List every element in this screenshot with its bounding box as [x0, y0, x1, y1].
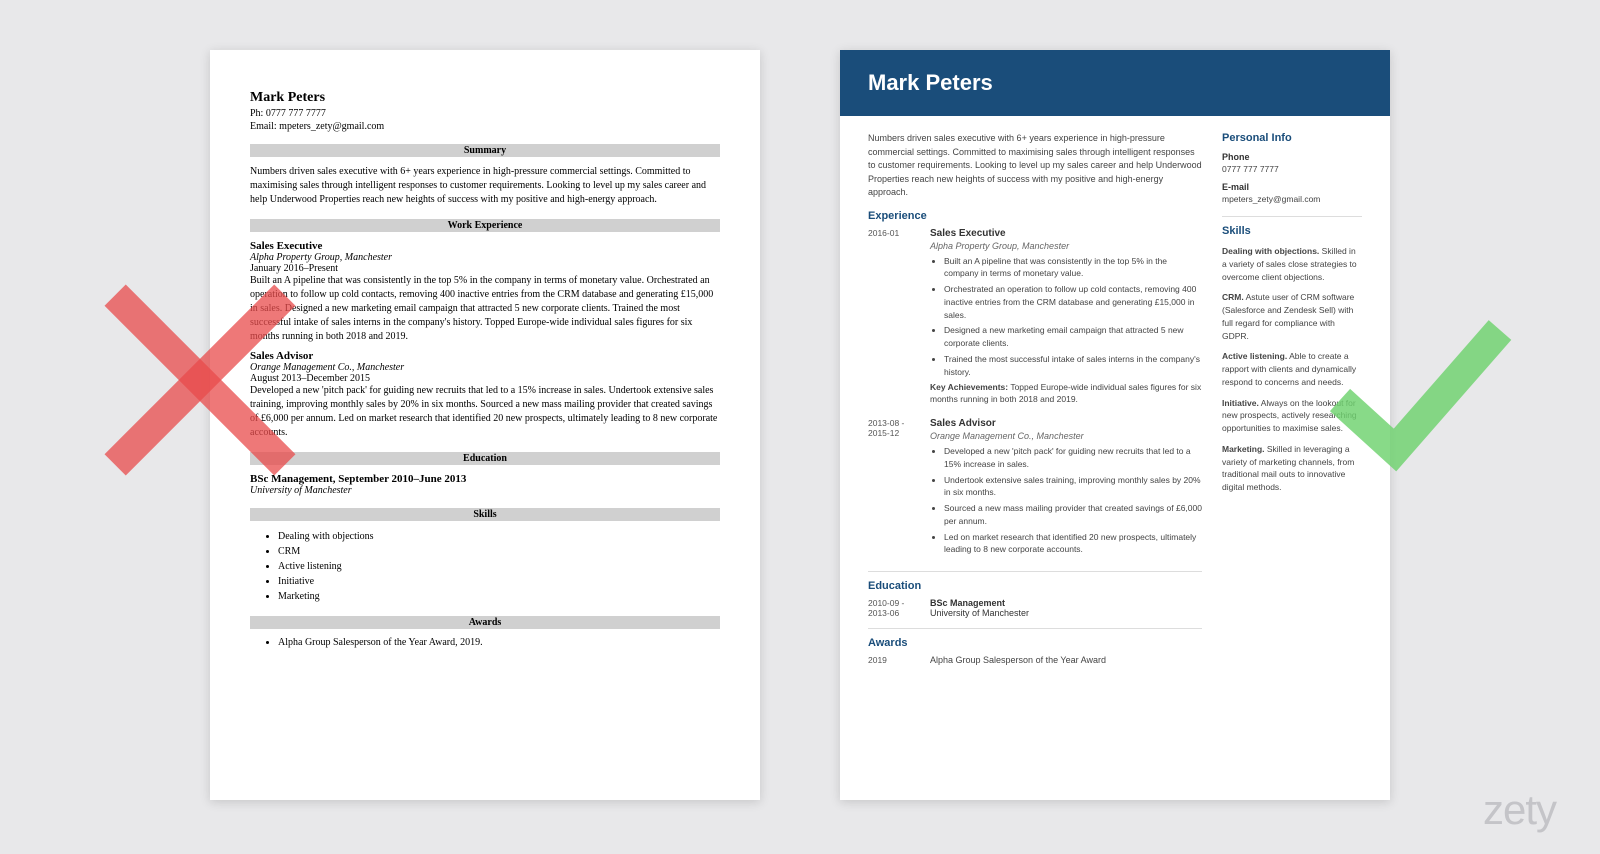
left-job-0-dates: January 2016–Present	[250, 263, 720, 274]
left-skills-header: Skills	[250, 508, 720, 521]
left-edu-univ: University of Manchester	[250, 485, 720, 496]
exp-0-company: Alpha Property Group, Manchester	[930, 241, 1202, 251]
exp-1-company: Orange Management Co., Manchester	[930, 431, 1202, 441]
exp-row-0: 2016-01 Sales Executive Alpha Property G…	[868, 228, 1202, 407]
left-awards-header: Awards	[250, 616, 720, 629]
list-item: Undertook extensive sales training, impr…	[944, 474, 1202, 500]
comparison-container: Mark Peters Ph: 0777 777 7777 Email: mpe…	[0, 0, 1600, 800]
exp-row-1: 2013-08 - 2015-12 Sales Advisor Orange M…	[868, 418, 1202, 559]
list-item: Led on market research that identified 2…	[944, 531, 1202, 557]
sidebar-email-label: E-mail	[1222, 182, 1362, 192]
skill-item: Marketing. Skilled in leveraging a varie…	[1222, 443, 1362, 494]
right-summary: Numbers driven sales executive with 6+ y…	[868, 132, 1202, 200]
list-item: Orchestrated an operation to follow up c…	[944, 283, 1202, 321]
left-summary-header: Summary	[250, 144, 720, 157]
awards-row: 2019 Alpha Group Salesperson of the Year…	[868, 655, 1202, 665]
list-item: Built an A pipeline that was consistentl…	[944, 255, 1202, 281]
sidebar-phone-value: 0777 777 7777	[1222, 164, 1362, 174]
left-phone: Ph: 0777 777 7777	[250, 108, 720, 119]
list-item: Sourced a new mass mailing provider that…	[944, 502, 1202, 528]
left-job-0-company: Alpha Property Group, Manchester	[250, 252, 720, 263]
left-work-header: Work Experience	[250, 219, 720, 232]
exp-0-key: Key Achievements: Topped Europe-wide ind…	[930, 382, 1202, 406]
exp-0-title: Sales Executive	[930, 228, 1202, 239]
sidebar-skills-title: Skills	[1222, 216, 1362, 237]
list-item: CRM	[278, 544, 720, 559]
good-resume-page: Mark Peters Numbers driven sales executi…	[840, 50, 1390, 800]
left-job-1-dates: August 2013–December 2015	[250, 373, 720, 384]
edu-content: BSc Management University of Manchester	[930, 598, 1202, 618]
sidebar-personal-title: Personal Info	[1222, 132, 1362, 144]
skill-title: Marketing.	[1222, 444, 1265, 454]
right-name: Mark Peters	[868, 70, 1362, 96]
skill-title: CRM.	[1222, 292, 1244, 302]
left-job-0-body: Built an A pipeline that was consistentl…	[250, 274, 720, 344]
left-education-header: Education	[250, 452, 720, 465]
edu-row: 2010-09 - 2013-06 BSc Management Univers…	[868, 598, 1202, 618]
list-item: Dealing with objections	[278, 529, 720, 544]
left-job-1-title: Sales Advisor	[250, 350, 720, 362]
exp-1-bullets: Developed a new 'pitch pack' for guiding…	[930, 445, 1202, 556]
bad-resume-page: Mark Peters Ph: 0777 777 7777 Email: mpe…	[210, 50, 760, 800]
right-body: Numbers driven sales executive with 6+ y…	[840, 116, 1390, 681]
skill-title: Dealing with objections.	[1222, 246, 1319, 256]
awards-text: Alpha Group Salesperson of the Year Awar…	[930, 655, 1202, 665]
skill-item: Dealing with objections. Skilled in a va…	[1222, 245, 1362, 283]
right-education-title: Education	[868, 571, 1202, 592]
left-job-1-body: Developed a new 'pitch pack' for guiding…	[250, 384, 720, 440]
exp-0-bullets: Built an A pipeline that was consistentl…	[930, 255, 1202, 379]
edu-degree: BSc Management	[930, 598, 1202, 608]
list-item: Alpha Group Salesperson of the Year Awar…	[278, 637, 720, 648]
exp-1-content: Sales Advisor Orange Management Co., Man…	[930, 418, 1202, 559]
left-job-0-title: Sales Executive	[250, 240, 720, 252]
right-header-bar: Mark Peters	[840, 50, 1390, 116]
watermark-logo: zety	[1483, 786, 1556, 834]
left-awards-list: Alpha Group Salesperson of the Year Awar…	[250, 637, 720, 648]
sidebar-phone-label: Phone	[1222, 152, 1362, 162]
skill-item: Active listening. Able to create a rappo…	[1222, 350, 1362, 388]
left-email: Email: mpeters_zety@gmail.com	[250, 121, 720, 132]
exp-0-content: Sales Executive Alpha Property Group, Ma…	[930, 228, 1202, 407]
key-label: Key Achievements:	[930, 382, 1008, 392]
right-experience-title: Experience	[868, 210, 1202, 222]
edu-univ: University of Manchester	[930, 608, 1202, 618]
skill-title: Initiative.	[1222, 398, 1259, 408]
right-main-col: Numbers driven sales executive with 6+ y…	[868, 132, 1202, 665]
exp-1-title: Sales Advisor	[930, 418, 1202, 429]
exp-1-date: 2013-08 - 2015-12	[868, 418, 918, 559]
sidebar-email-value: mpeters_zety@gmail.com	[1222, 194, 1362, 204]
left-summary-text: Numbers driven sales executive with 6+ y…	[250, 165, 720, 207]
left-name: Mark Peters	[250, 90, 720, 106]
left-job-1-company: Orange Management Co., Manchester	[250, 362, 720, 373]
list-item: Designed a new marketing email campaign …	[944, 324, 1202, 350]
skill-item: Initiative. Always on the lookout for ne…	[1222, 397, 1362, 435]
skill-title: Active listening.	[1222, 351, 1287, 361]
left-edu-title: BSc Management, September 2010–June 2013	[250, 473, 720, 485]
list-item: Active listening	[278, 559, 720, 574]
exp-0-date: 2016-01	[868, 228, 918, 407]
right-awards-title: Awards	[868, 628, 1202, 649]
edu-date: 2010-09 - 2013-06	[868, 598, 918, 618]
skill-item: CRM. Astute user of CRM software (Salesf…	[1222, 291, 1362, 342]
awards-date: 2019	[868, 655, 918, 665]
list-item: Initiative	[278, 574, 720, 589]
list-item: Trained the most successful intake of sa…	[944, 353, 1202, 379]
list-item: Developed a new 'pitch pack' for guiding…	[944, 445, 1202, 471]
left-skills-list: Dealing with objections CRM Active liste…	[250, 529, 720, 604]
right-sidebar: Personal Info Phone 0777 777 7777 E-mail…	[1222, 132, 1362, 665]
list-item: Marketing	[278, 589, 720, 604]
